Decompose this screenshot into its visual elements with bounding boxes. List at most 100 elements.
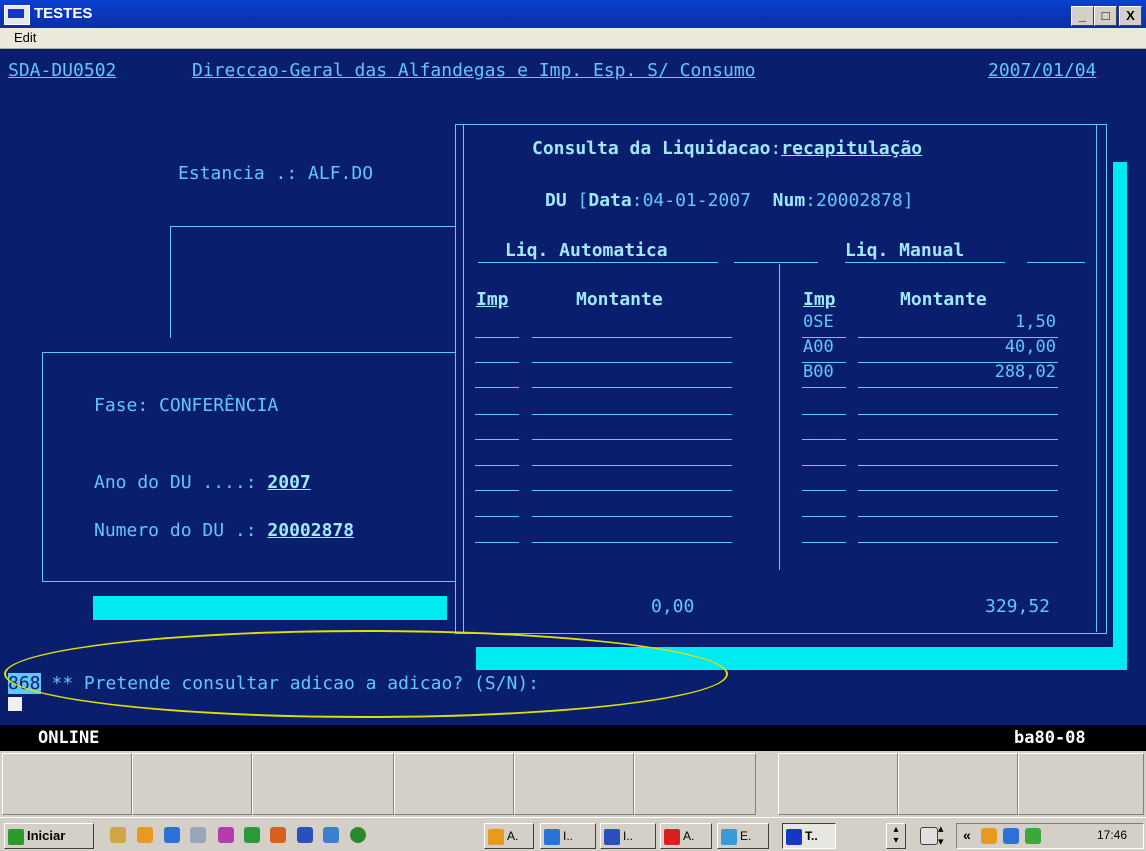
ano-du-label: Ano do DU ....: bbox=[94, 472, 268, 493]
manual-imp-field[interactable] bbox=[802, 490, 846, 491]
quicklaunch-excel-icon[interactable] bbox=[244, 827, 260, 843]
tray-network-icon[interactable] bbox=[1003, 828, 1019, 844]
maximize-button[interactable]: □ bbox=[1094, 6, 1117, 26]
numero-du-value[interactable]: 20002878 bbox=[267, 520, 354, 541]
manual-montante-field[interactable] bbox=[858, 439, 1058, 440]
auto-imp-field[interactable] bbox=[475, 362, 519, 363]
screen-code: SDA-DU0502 bbox=[8, 60, 117, 81]
status-online: ONLINE bbox=[38, 728, 100, 748]
divider bbox=[170, 226, 171, 338]
auto-imp-field[interactable] bbox=[475, 337, 519, 338]
organization-name: Direccao-Geral das Alfandegas e Imp. Esp… bbox=[192, 60, 756, 81]
manual-montante-value: 40,00 bbox=[1004, 337, 1056, 357]
manual-montante-field[interactable] bbox=[858, 490, 1058, 491]
manual-montante-value: 288,02 bbox=[994, 362, 1056, 382]
divider bbox=[1027, 262, 1085, 263]
manual-montante-field[interactable] bbox=[858, 465, 1058, 466]
manual-imp-value: 0SE bbox=[803, 312, 834, 332]
auto-montante-field[interactable] bbox=[532, 387, 732, 388]
auto-montante-field[interactable] bbox=[532, 362, 732, 363]
manual-header: Liq. Manual bbox=[845, 240, 965, 261]
start-button[interactable]: Iniciar bbox=[4, 823, 94, 849]
du-form-box bbox=[42, 352, 457, 582]
cursor bbox=[8, 697, 22, 711]
ano-du-value[interactable]: 2007 bbox=[267, 472, 310, 493]
auto-montante-header: Montante bbox=[576, 289, 663, 310]
manual-imp-field[interactable] bbox=[802, 542, 846, 543]
quicklaunch-media-icon[interactable] bbox=[350, 827, 366, 843]
quicklaunch-outlook-icon[interactable] bbox=[270, 827, 286, 843]
auto-imp-field[interactable] bbox=[475, 542, 519, 543]
auto-montante-field[interactable] bbox=[532, 490, 732, 491]
auto-header: Liq. Automatica bbox=[505, 240, 668, 261]
manual-montante-field[interactable] bbox=[858, 387, 1058, 388]
function-key-6[interactable] bbox=[634, 753, 756, 815]
taskbar-button-5[interactable]: E. bbox=[717, 823, 769, 849]
auto-montante-field[interactable] bbox=[532, 337, 732, 338]
manual-total: 329,52 bbox=[985, 596, 1051, 617]
manual-imp-field[interactable] bbox=[802, 465, 846, 466]
divider bbox=[478, 262, 718, 263]
fase-value: CONFERÊNCIA bbox=[159, 395, 279, 416]
taskbar-button-1[interactable]: A. bbox=[484, 823, 534, 849]
quicklaunch-settings-icon[interactable] bbox=[323, 827, 339, 843]
ano-du-field: Ano do DU ....: 2007 bbox=[94, 472, 311, 493]
auto-imp-field[interactable] bbox=[475, 516, 519, 517]
auto-imp-field[interactable] bbox=[475, 465, 519, 466]
auto-montante-field[interactable] bbox=[532, 542, 732, 543]
clock-app-icon bbox=[488, 828, 504, 845]
function-key-1[interactable] bbox=[2, 753, 132, 815]
menu-item-edit[interactable]: Edit bbox=[14, 30, 36, 45]
minimize-button[interactable]: _ bbox=[1071, 6, 1094, 26]
tray-expand-icon[interactable]: « bbox=[963, 827, 971, 843]
quicklaunch-word-icon[interactable] bbox=[297, 827, 313, 843]
toolbar-collapse-icon[interactable]: ▴ ▾ bbox=[938, 822, 944, 848]
function-key-3[interactable] bbox=[252, 753, 394, 815]
quicklaunch-clock-icon[interactable] bbox=[137, 827, 153, 843]
help-icon[interactable] bbox=[920, 827, 938, 845]
panel-inner-border-left bbox=[463, 124, 464, 632]
ie-app-icon bbox=[544, 828, 560, 845]
manual-imp-field[interactable] bbox=[802, 387, 846, 388]
quicklaunch-publisher-icon[interactable] bbox=[218, 827, 234, 843]
explorer-app-icon bbox=[721, 828, 737, 845]
function-key-5[interactable] bbox=[514, 753, 634, 815]
auto-montante-field[interactable] bbox=[532, 516, 732, 517]
column-separator bbox=[779, 264, 780, 570]
taskbar-button-4[interactable]: A. bbox=[660, 823, 712, 849]
auto-montante-field[interactable] bbox=[532, 439, 732, 440]
taskbar-button-3[interactable]: I.. bbox=[600, 823, 656, 849]
function-key-4[interactable] bbox=[394, 753, 514, 815]
auto-imp-field[interactable] bbox=[475, 414, 519, 415]
quicklaunch-network-icon[interactable] bbox=[190, 827, 206, 843]
function-key-9[interactable] bbox=[1018, 753, 1144, 815]
manual-montante-field[interactable] bbox=[858, 414, 1058, 415]
function-key-2[interactable] bbox=[132, 753, 252, 815]
taskbar-button-active-terminal[interactable]: T.. bbox=[782, 823, 836, 849]
auto-montante-field[interactable] bbox=[532, 414, 732, 415]
tray-status-icon[interactable] bbox=[1025, 828, 1041, 844]
quicklaunch-ie-icon[interactable] bbox=[164, 827, 180, 843]
window-titlebar: TESTES _ □ X bbox=[0, 0, 1146, 28]
manual-imp-field[interactable] bbox=[802, 439, 846, 440]
auto-total: 0,00 bbox=[651, 596, 695, 617]
auto-imp-header: Imp bbox=[476, 289, 509, 310]
auto-imp-field[interactable] bbox=[475, 490, 519, 491]
panel-title: Consulta da Liquidacao:recapitulação bbox=[532, 138, 923, 159]
taskbar-button-2[interactable]: I.. bbox=[540, 823, 596, 849]
taskbar-scroll-arrows[interactable]: ▴ ▾ bbox=[886, 823, 906, 849]
manual-montante-field[interactable] bbox=[858, 516, 1058, 517]
function-key-8[interactable] bbox=[898, 753, 1018, 815]
auto-montante-field[interactable] bbox=[532, 465, 732, 466]
manual-imp-field[interactable] bbox=[802, 414, 846, 415]
manual-imp-field[interactable] bbox=[802, 516, 846, 517]
manual-montante-field[interactable] bbox=[858, 542, 1058, 543]
auto-imp-field[interactable] bbox=[475, 439, 519, 440]
auto-imp-field[interactable] bbox=[475, 387, 519, 388]
function-key-7[interactable] bbox=[778, 753, 898, 815]
quicklaunch-notepad-icon[interactable] bbox=[110, 827, 126, 843]
tray-clock-icon[interactable] bbox=[981, 828, 997, 844]
close-button[interactable]: X bbox=[1119, 6, 1142, 26]
numero-du-label: Numero do DU .: bbox=[94, 520, 268, 541]
divider bbox=[845, 262, 1005, 263]
